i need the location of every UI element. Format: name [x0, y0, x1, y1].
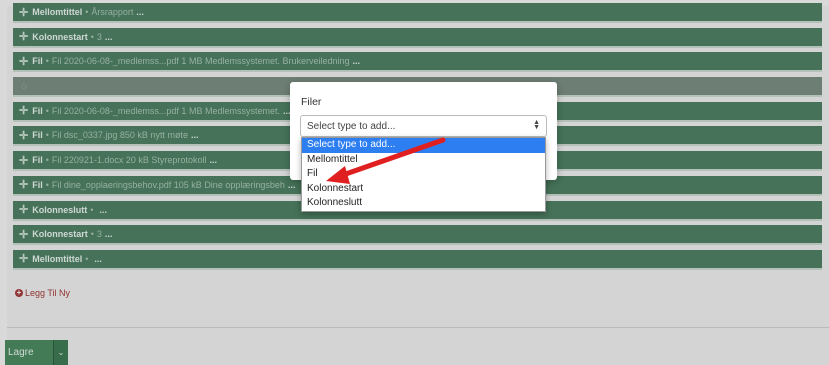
row-separator: • — [45, 105, 49, 116]
content-row[interactable]: ✛ Fil • Fil 2020-06-08-_medlemss...pdf 1 MB… — [13, 52, 822, 73]
row-type-label: Mellomtittel — [32, 7, 83, 17]
type-option[interactable]: Mellomtittel — [302, 153, 545, 168]
move-icon[interactable]: ✛ — [19, 55, 28, 68]
plus-circle-icon: + — [15, 288, 23, 297]
row-type-label: Kolonneslutt — [32, 204, 88, 215]
updown-chevron-icon: ▲ ▼ — [533, 119, 540, 131]
move-icon[interactable]: ✛ — [19, 154, 28, 167]
move-icon[interactable]: ✛ — [19, 252, 28, 265]
row-description: Fil dsc_0337.jpg 850 kB nytt møte — [51, 130, 188, 141]
row-type-label: Mellomtittel — [32, 253, 83, 264]
row-more-link[interactable]: ... — [191, 130, 199, 140]
row-description: 3 — [96, 229, 102, 240]
move-icon[interactable]: ✛ — [19, 203, 28, 216]
type-option[interactable]: Kolonneslutt — [302, 196, 545, 211]
row-more-link[interactable]: ... — [105, 32, 113, 42]
row-separator: • — [45, 56, 49, 67]
row-type-label: Kolonnestart — [32, 229, 88, 240]
add-new-link[interactable]: + Legg Til Ny — [15, 288, 70, 298]
content-row[interactable]: ✛ Kolonnestart • 3... — [13, 27, 822, 48]
row-separator: • — [90, 229, 94, 240]
move-icon[interactable]: ✛ — [19, 228, 28, 241]
row-type-label: Fil — [32, 179, 43, 190]
save-button[interactable]: Lagre — [5, 340, 53, 365]
content-row[interactable]: ✛ Mellomtittel •... — [13, 249, 822, 270]
add-new-label: Legg Til Ny — [25, 288, 71, 298]
row-separator: • — [90, 31, 94, 42]
row-separator: • — [85, 253, 89, 264]
row-separator: • — [90, 204, 94, 215]
row-description: Fil 2020-06-08-_medlemss...pdf 1 MB Medl… — [51, 56, 350, 67]
content-row[interactable]: ✛ Mellomtittel • Årsrapport... — [13, 3, 822, 23]
row-more-link[interactable]: ... — [209, 155, 217, 165]
type-option[interactable]: Select type to add... — [302, 138, 545, 153]
row-type-label: Fil — [32, 105, 43, 116]
footer-divider — [7, 327, 829, 328]
content-row[interactable]: ✛ Kolonnestart • 3... — [13, 225, 822, 246]
row-more-link[interactable]: ... — [353, 56, 361, 66]
type-select-dropdown: Select type to add... Mellomtittel Fil Kolo… — [301, 137, 546, 212]
row-type-label: Fil — [32, 155, 43, 166]
row-separator: • — [45, 179, 49, 190]
row-more-link[interactable]: ... — [105, 229, 113, 239]
row-separator: • — [45, 155, 49, 166]
move-icon[interactable]: ✛ — [19, 104, 28, 117]
row-separator: • — [45, 130, 49, 141]
row-more-link[interactable]: ... — [99, 205, 107, 215]
row-more-link[interactable]: ... — [94, 254, 102, 264]
row-type-label: Fil — [32, 130, 43, 141]
row-type-label: Kolonnestart — [32, 31, 88, 42]
row-description: 3 — [96, 31, 102, 42]
save-options-button[interactable]: ⌄ — [53, 340, 68, 365]
row-description: Fil 220921-1.docx 20 kB Styreprotokoll — [51, 155, 207, 166]
row-description: Årsrapport — [91, 7, 134, 17]
row-separator: • — [85, 7, 89, 17]
loading-spinner-icon: ◌ — [21, 80, 27, 92]
row-more-link[interactable]: ... — [136, 7, 144, 17]
move-icon[interactable]: ✛ — [19, 178, 28, 191]
move-icon[interactable]: ✛ — [19, 129, 28, 142]
move-icon[interactable]: ✛ — [19, 30, 28, 43]
row-description: Fil 2020-06-08-_medlemss...pdf 1 MB Medl… — [51, 105, 280, 116]
dialog-title: Filer — [301, 96, 322, 108]
row-more-link[interactable]: ... — [288, 180, 296, 190]
type-select-value: Select type to add... — [307, 120, 396, 132]
row-description: Fil dine_opplaeringsbehov.pdf 105 kB Din… — [51, 179, 285, 190]
row-type-label: Fil — [32, 56, 43, 67]
save-button-label: Lagre — [8, 347, 34, 358]
chevron-down-icon: ⌄ — [57, 348, 65, 357]
type-option[interactable]: Kolonnestart — [302, 182, 545, 197]
type-select[interactable]: Select type to add... ▲ ▼ — [300, 115, 547, 137]
type-option[interactable]: Fil — [302, 167, 545, 182]
move-icon[interactable]: ✛ — [19, 6, 28, 19]
